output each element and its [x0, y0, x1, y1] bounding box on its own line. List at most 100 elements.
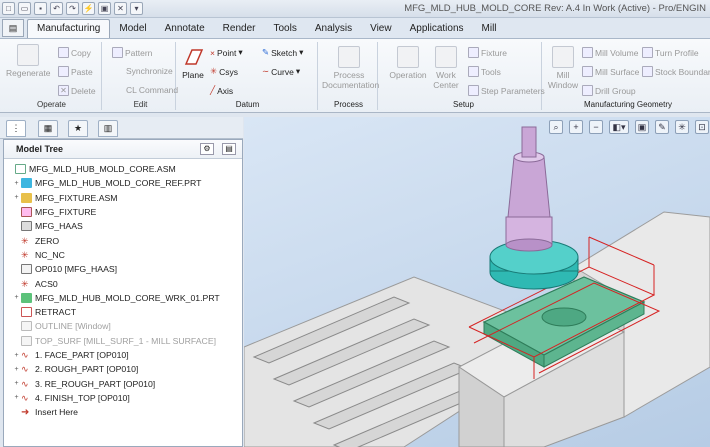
axis-icon: ╱ — [210, 85, 216, 95]
mill-surface-icon — [21, 335, 32, 346]
paste-button[interactable]: Paste — [58, 66, 93, 77]
plane-button[interactable]: Plane — [180, 46, 206, 80]
mill-surface-button[interactable]: Mill Surface — [582, 66, 639, 77]
tree-item[interactable]: OUTLINE [Window] — [6, 319, 242, 333]
expand-icon[interactable]: + — [12, 380, 21, 387]
expand-icon[interactable]: + — [12, 180, 21, 187]
machining-scene — [244, 126, 710, 447]
tree-item[interactable]: OP010 [MFG_HAAS] — [6, 262, 242, 276]
tab-model[interactable]: Model — [110, 20, 155, 38]
tab-mill[interactable]: Mill — [473, 20, 506, 38]
tree-item[interactable]: + MFG_MLD_HUB_MOLD_CORE_REF.PRT — [6, 176, 242, 190]
stock-boundary-button[interactable]: Stock Boundary — [642, 66, 710, 77]
synchronize-button[interactable]: Synchronize — [126, 66, 173, 76]
close-window-icon[interactable]: ✕ — [114, 2, 127, 15]
tree-item[interactable]: TOP_SURF [MILL_SURF_1 - MILL SURFACE] — [6, 334, 242, 348]
tree-item[interactable]: RETRACT — [6, 305, 242, 319]
graphics-viewport[interactable]: ⌕ + − ◧▾ ▣ ✎ ✳ ⊡ — [244, 117, 710, 447]
tree-item[interactable]: + ∿ 4. FINISH_TOP [OP010] — [6, 391, 242, 405]
tree-item[interactable]: ✳ ACS0 — [6, 276, 242, 290]
tree-item[interactable]: MFG_HAAS — [6, 219, 242, 233]
tree-item[interactable]: + ∿ 1. FACE_PART [OP010] — [6, 348, 242, 362]
turn-profile-button[interactable]: Turn Profile — [642, 47, 699, 58]
tree-settings-icon[interactable]: ⚙ — [200, 143, 214, 155]
layer-tab-icon[interactable]: ▥ — [98, 120, 118, 137]
tree-item[interactable]: ✳ NC_NC — [6, 248, 242, 262]
insert-arrow-icon: ➜ — [21, 407, 30, 419]
expand-icon[interactable]: + — [12, 194, 21, 201]
tab-applications[interactable]: Applications — [401, 20, 473, 38]
tree-show-icon[interactable]: ▤ — [222, 143, 236, 155]
cl-command-button[interactable]: CL Command — [126, 85, 178, 95]
step-parameters-button[interactable]: Step Parameters — [468, 85, 545, 96]
regenerate-icon[interactable]: ⚡ — [82, 2, 95, 15]
expand-icon[interactable]: + — [12, 294, 21, 301]
operation-icon — [397, 46, 419, 68]
sketch-button[interactable]: ✎ Sketch ▾ — [262, 47, 303, 58]
tab-view[interactable]: View — [361, 20, 401, 38]
csys-button[interactable]: ✳ Csys — [210, 66, 238, 77]
expand-icon[interactable]: + — [12, 366, 21, 373]
sketch-icon: ✎ — [262, 47, 270, 57]
mill-window-icon — [552, 46, 574, 68]
operation-icon — [21, 264, 32, 275]
point-icon: × — [210, 47, 215, 58]
new-icon[interactable]: □ — [2, 2, 15, 15]
expand-icon[interactable]: + — [12, 394, 21, 401]
edit-group-label: Edit — [133, 100, 148, 109]
work-center-button[interactable]: Work Center — [430, 46, 462, 90]
fixture-button[interactable]: Fixture — [468, 47, 507, 58]
file-menu-button[interactable]: ▤ — [2, 19, 24, 37]
fixture-icon — [468, 47, 479, 58]
machine-icon — [21, 221, 32, 232]
operation-button[interactable]: Operation — [388, 46, 428, 80]
operate-group-label: Operate — [37, 100, 66, 109]
tree-item[interactable]: + ∿ 3. RE_ROUGH_PART [OP010] — [6, 376, 242, 390]
navigator-tabs: ⋮ ▦ ★ ▥ — [0, 117, 243, 139]
tree-item[interactable]: + MFG_FIXTURE.ASM — [6, 191, 242, 205]
tab-tools[interactable]: Tools — [264, 20, 305, 38]
tab-render[interactable]: Render — [214, 20, 265, 38]
title-bar: □ ▭ ▪ ↶ ↷ ⚡ ▣ ✕ ▾ MFG_MLD_HUB_MOLD_CORE … — [0, 0, 710, 18]
tree-item[interactable]: ➜ Insert Here — [6, 405, 242, 419]
regenerate-button[interactable]: Regenerate — [6, 44, 50, 78]
delete-button[interactable]: ✕ Delete — [58, 85, 96, 96]
csys-icon: ✳ — [21, 235, 29, 246]
manufacturing-geometry-group: Mill Window Mill Volume Mill Surface Dri… — [546, 42, 710, 110]
tree-item[interactable]: ✳ ZERO — [6, 233, 242, 247]
curve-button[interactable]: ∼ Curve ▾ — [262, 66, 300, 77]
mill-window-button[interactable]: Mill Window — [546, 46, 580, 90]
datum-group-label: Datum — [235, 100, 260, 109]
tree-item[interactable]: + MFG_MLD_HUB_MOLD_CORE_WRK_01.PRT — [6, 291, 242, 305]
pattern-button[interactable]: Pattern — [112, 47, 152, 58]
process-group: Process Documentation Process — [320, 42, 379, 110]
undo-icon[interactable]: ↶ — [50, 2, 63, 15]
drill-group-button[interactable]: Drill Group — [582, 85, 636, 96]
drill-group-icon — [582, 85, 593, 96]
assembly-icon — [21, 192, 32, 203]
axis-button[interactable]: ╱ Axis — [210, 85, 233, 96]
tree-item[interactable]: MFG_FIXTURE — [6, 205, 242, 219]
redo-icon[interactable]: ↷ — [66, 2, 79, 15]
folder-browser-tab-icon[interactable]: ▦ — [38, 120, 58, 137]
regenerate-big-icon — [17, 44, 39, 66]
toolpath-icon: ∿ — [21, 378, 29, 389]
point-button[interactable]: × Point ▾ — [210, 47, 243, 58]
favorites-tab-icon[interactable]: ★ — [68, 120, 88, 137]
tab-manufacturing[interactable]: Manufacturing — [27, 19, 111, 38]
copy-button[interactable]: Copy — [58, 47, 91, 58]
tree-item[interactable]: MFG_MLD_HUB_MOLD_CORE.ASM — [6, 162, 242, 176]
mill-volume-button[interactable]: Mill Volume — [582, 47, 638, 58]
tree-item[interactable]: + ∿ 2. ROUGH_PART [OP010] — [6, 362, 242, 376]
expand-icon[interactable]: + — [12, 352, 21, 359]
tab-annotate[interactable]: Annotate — [156, 20, 214, 38]
settings-icon[interactable]: ▾ — [130, 2, 143, 15]
open-icon[interactable]: ▭ — [18, 2, 31, 15]
model-tree-tab-icon[interactable]: ⋮ — [6, 120, 26, 137]
save-icon[interactable]: ▪ — [34, 2, 47, 15]
fixture-icon — [21, 207, 32, 218]
window-icon[interactable]: ▣ — [98, 2, 111, 15]
process-documentation-button[interactable]: Process Documentation — [322, 46, 379, 90]
tools-button[interactable]: Tools — [468, 66, 501, 77]
tab-analysis[interactable]: Analysis — [306, 20, 361, 38]
